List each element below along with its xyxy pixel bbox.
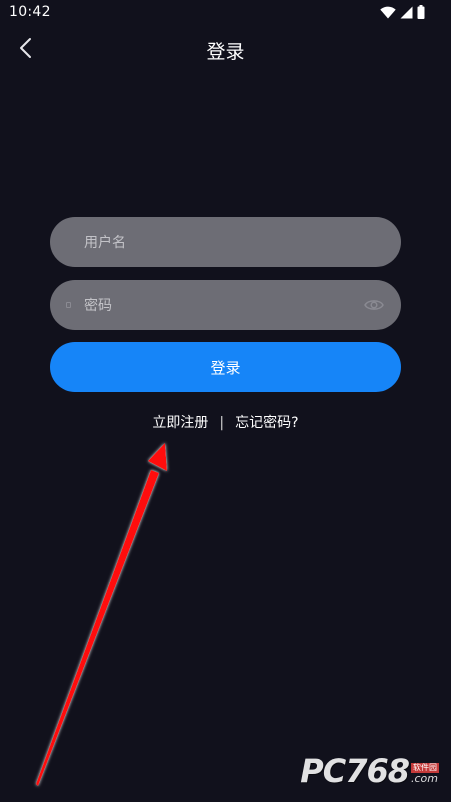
username-field[interactable]	[50, 217, 401, 269]
forgot-password-link[interactable]: 忘记密码?	[235, 415, 298, 431]
page-title: 登录	[206, 41, 245, 63]
register-link[interactable]: 立即注册	[152, 415, 208, 431]
status-bar: 10:42	[0, 0, 451, 26]
eye-icon[interactable]	[364, 296, 384, 314]
header: 登录	[0, 26, 451, 74]
login-button[interactable]: 登录	[50, 342, 401, 392]
cellular-signal-icon	[400, 6, 413, 18]
watermark-logo: PC768	[300, 752, 410, 790]
watermark-domain: .com	[411, 772, 438, 785]
auth-links: 立即注册 | 忘记密码?	[0, 412, 451, 432]
password-input[interactable]	[82, 280, 356, 332]
status-icons	[380, 4, 425, 20]
status-time: 10:42	[9, 4, 51, 20]
link-separator: |	[219, 415, 225, 431]
username-input[interactable]	[82, 217, 356, 269]
lock-icon	[66, 302, 71, 308]
wifi-icon	[380, 6, 396, 18]
watermark: PC768 软件园 .com	[300, 752, 439, 790]
battery-icon	[417, 5, 425, 19]
watermark-side: 软件园 .com	[411, 763, 439, 785]
password-field[interactable]	[50, 280, 401, 332]
annotation-arrow	[36, 443, 167, 786]
